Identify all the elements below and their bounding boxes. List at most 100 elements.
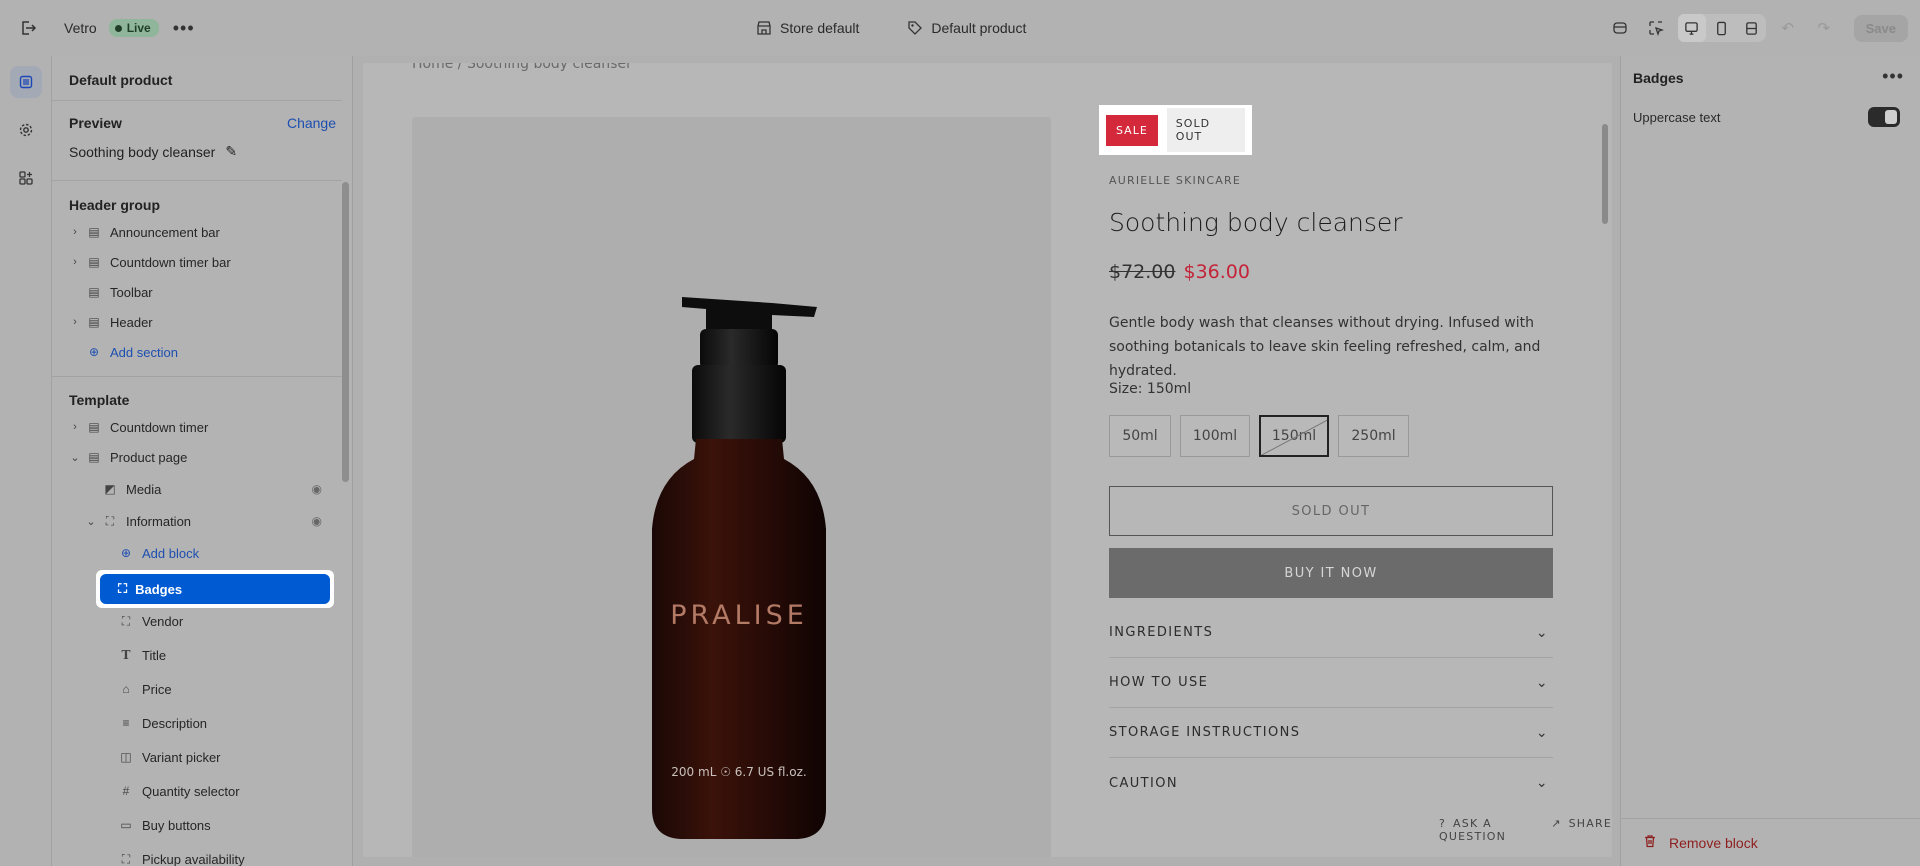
sections-sidebar: Default product Preview Change Soothing …	[52, 56, 353, 866]
eye-icon[interactable]: ◉	[312, 514, 322, 528]
preview-scrollbar[interactable]	[1602, 124, 1608, 224]
more-options-icon[interactable]: •••	[173, 18, 195, 39]
section-icon: ▤	[88, 225, 100, 239]
share-icon: ↗	[1551, 817, 1562, 830]
sidebar-title: Default product	[69, 72, 173, 88]
ask-question-label: ASK A QUESTION	[1439, 817, 1507, 843]
section-icon: ▤	[88, 450, 100, 464]
divider	[1621, 818, 1920, 819]
tag-icon: ⌂	[122, 682, 130, 696]
chevron-down-icon[interactable]: ⌄	[84, 515, 98, 528]
plus-circle-icon: ⊕	[120, 546, 132, 560]
sidebar-item-information[interactable]: ⌄ ⛶ Information ◉	[52, 507, 342, 535]
template-selector[interactable]: Default product	[907, 20, 1026, 36]
edit-pencil-icon[interactable]: ✎	[225, 143, 237, 160]
accordion-label: CAUTION	[1109, 775, 1179, 791]
eye-icon[interactable]: ◉	[312, 482, 322, 496]
exit-icon[interactable]	[0, 0, 56, 56]
size-option-250ml[interactable]: 250ml	[1338, 415, 1409, 457]
add-block-button[interactable]: ⊕ Add block	[52, 539, 342, 567]
preview-product: Soothing body cleanser ✎	[69, 143, 237, 160]
sidebar-item-label: Media	[126, 481, 162, 497]
sidebar-item-variant-picker[interactable]: ◫ Variant picker	[52, 743, 342, 771]
divider	[52, 180, 342, 181]
sold-out-badge: SOLD OUT	[1166, 108, 1245, 152]
sections-icon[interactable]	[9, 66, 42, 98]
settings-gear-icon[interactable]	[10, 114, 42, 146]
sold-out-button[interactable]: SOLD OUT	[1109, 486, 1553, 536]
chevron-right-icon[interactable]: ›	[68, 421, 82, 433]
uppercase-text-toggle[interactable]	[1868, 107, 1900, 127]
bottle-volume-text: 200 mL ☉ 6.7 US fl.oz.	[671, 765, 806, 779]
sidebar-item-quantity-selector[interactable]: # Quantity selector	[52, 777, 342, 805]
sidebar-item-media[interactable]: ◩ Media ◉	[52, 475, 342, 503]
block-settings-panel: Badges ••• Uppercase text Remove block	[1620, 56, 1920, 866]
context-switcher: Store default Default product	[756, 0, 1026, 56]
sidebar-item-label: Information	[126, 513, 192, 529]
sidebar-scrollbar[interactable]	[342, 182, 349, 482]
sidebar-item-countdown-timer[interactable]: › ▤ Countdown timer	[52, 413, 342, 441]
product-media[interactable]: PRALISE 200 mL ☉ 6.7 US fl.oz.	[412, 117, 1051, 857]
size-picker: 50ml 100ml 150ml 250ml	[1109, 415, 1409, 457]
chevron-right-icon[interactable]: ›	[68, 316, 82, 328]
remove-block-label: Remove block	[1669, 834, 1758, 851]
undo-icon[interactable]: ↶	[1774, 14, 1802, 42]
live-label: Live	[126, 21, 151, 35]
badges-block-highlight[interactable]: SALE SOLD OUT	[1099, 105, 1252, 155]
size-option-150ml[interactable]: 150ml	[1259, 415, 1329, 457]
toggle-knob	[1885, 110, 1897, 124]
sidebar-item-toolbar[interactable]: ▤ Toolbar	[52, 278, 342, 306]
accordion-storage-instructions[interactable]: STORAGE INSTRUCTIONS ⌄	[1109, 708, 1553, 758]
change-preview-link[interactable]: Change	[287, 115, 336, 131]
size-option-50ml[interactable]: 50ml	[1109, 415, 1171, 457]
section-icon: ▤	[88, 420, 100, 434]
select-element-icon[interactable]	[1642, 14, 1670, 42]
accordion-caution[interactable]: CAUTION ⌄	[1109, 758, 1553, 808]
sidebar-item-buy-buttons[interactable]: ▭ Buy buttons	[52, 811, 342, 839]
theme-selector[interactable]: Store default	[756, 20, 859, 36]
sidebar-item-countdown-timer-bar[interactable]: › ▤ Countdown timer bar	[52, 248, 342, 276]
fullscreen-icon[interactable]	[1738, 14, 1766, 42]
sidebar-item-label: Countdown timer bar	[110, 254, 231, 270]
chevron-right-icon[interactable]: ›	[68, 256, 82, 268]
accordion-ingredients[interactable]: INGREDIENTS ⌄	[1109, 608, 1553, 658]
sidebar-item-label: Header	[110, 314, 153, 330]
add-block-label: Add block	[142, 545, 200, 561]
template-label: Default product	[931, 20, 1027, 36]
inspector-icon[interactable]	[1606, 14, 1634, 42]
apps-icon[interactable]	[10, 162, 42, 194]
mobile-icon[interactable]	[1708, 14, 1736, 42]
left-rail	[0, 56, 52, 866]
tag-icon	[908, 21, 923, 35]
sidebar-item-pickup-availability[interactable]: ⛶ Pickup availability	[52, 845, 342, 866]
chevron-down-icon[interactable]: ⌄	[68, 451, 82, 464]
hash-icon: #	[122, 784, 130, 798]
sidebar-item-header[interactable]: › ▤ Header	[52, 308, 342, 336]
redo-icon[interactable]: ↷	[1810, 14, 1838, 42]
trash-icon	[1643, 834, 1657, 851]
save-button[interactable]: Save	[1853, 14, 1908, 42]
add-section-button[interactable]: ⊕ Add section	[52, 338, 342, 366]
sidebar-item-title[interactable]: T Title	[52, 641, 342, 669]
buy-it-now-button[interactable]: BUY IT NOW	[1109, 548, 1553, 598]
more-options-icon[interactable]: •••	[1882, 66, 1904, 87]
product-title: Soothing body cleanser	[1109, 208, 1403, 237]
sidebar-item-vendor[interactable]: ⛶ Vendor	[52, 607, 342, 635]
sidebar-item-badges[interactable]: ⛶ Badges	[96, 570, 334, 608]
breadcrumb[interactable]: Home / Soothing body cleanser	[412, 63, 632, 72]
desktop-icon[interactable]	[1677, 14, 1706, 42]
chevron-right-icon[interactable]: ›	[68, 226, 82, 238]
sidebar-item-product-page[interactable]: ⌄ ▤ Product page	[52, 443, 342, 471]
accordion-how-to-use[interactable]: HOW TO USE ⌄	[1109, 658, 1553, 708]
ask-question-link[interactable]: ? ASK A QUESTION	[1439, 817, 1525, 843]
share-link[interactable]: ↗ SHARE	[1551, 817, 1612, 843]
sidebar-item-description[interactable]: ≡ Description	[52, 709, 342, 737]
remove-block-button[interactable]: Remove block	[1643, 834, 1758, 851]
template-title: Template	[69, 392, 130, 408]
sidebar-item-price[interactable]: ⌂ Price	[52, 675, 342, 703]
accordion-label: INGREDIENTS	[1109, 625, 1214, 640]
sidebar-item-label: Buy buttons	[142, 817, 211, 833]
sidebar-item-announcement-bar[interactable]: › ▤ Announcement bar	[52, 218, 342, 246]
size-option-100ml[interactable]: 100ml	[1180, 415, 1250, 457]
sidebar-item-label: Variant picker	[142, 749, 221, 765]
